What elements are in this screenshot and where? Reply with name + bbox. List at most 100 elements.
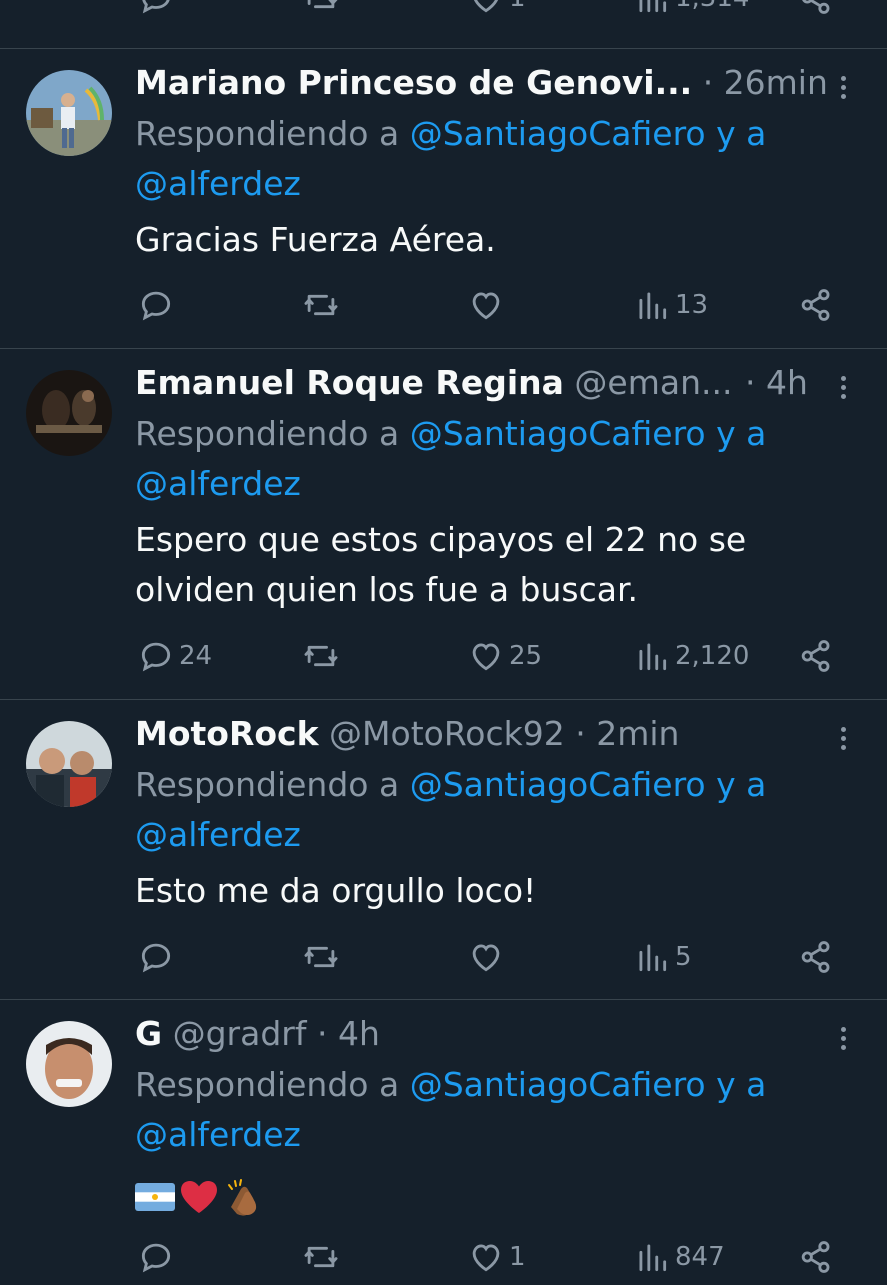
heart-icon bbox=[467, 1238, 505, 1276]
reply-button[interactable]: 24 bbox=[137, 636, 212, 676]
reply-button[interactable] bbox=[137, 1237, 179, 1277]
reply-prefix: Respondiendo a bbox=[135, 114, 400, 153]
tweet[interactable]: Mariano Princeso de Genovi... · 26min Re… bbox=[0, 49, 887, 349]
reply-button[interactable] bbox=[137, 937, 179, 977]
avatar[interactable] bbox=[26, 70, 112, 156]
heart-icon bbox=[467, 286, 505, 324]
views-icon bbox=[633, 286, 671, 324]
tweet[interactable]: Emanuel Roque Regina @eman... · 4h Respo… bbox=[0, 349, 887, 700]
argentina-flag-icon bbox=[135, 1182, 175, 1211]
like-button[interactable]: 1 bbox=[467, 0, 526, 18]
display-name[interactable]: Emanuel Roque Regina bbox=[135, 363, 564, 402]
tweet-text bbox=[135, 1170, 835, 1220]
more-options-button[interactable] bbox=[833, 723, 853, 759]
retweet-button[interactable] bbox=[302, 1237, 344, 1277]
user-handle[interactable]: @gradrf bbox=[173, 1014, 307, 1053]
retweet-button[interactable] bbox=[302, 0, 340, 18]
timestamp[interactable]: · 4h bbox=[317, 1014, 380, 1053]
retweet-icon bbox=[302, 1238, 340, 1276]
reply-icon bbox=[137, 0, 175, 17]
share-icon bbox=[797, 0, 835, 17]
tweet-header: Mariano Princeso de Genovi... · 26min bbox=[135, 59, 887, 107]
display-name[interactable]: Mariano Princeso de Genovi... bbox=[135, 63, 692, 102]
like-button[interactable]: 1 bbox=[467, 1237, 526, 1277]
views-button[interactable]: 13 bbox=[633, 285, 708, 325]
heart-icon bbox=[467, 637, 505, 675]
avatar[interactable] bbox=[26, 721, 112, 807]
reply-prefix: Respondiendo a bbox=[135, 1065, 400, 1104]
retweet-icon bbox=[302, 637, 340, 675]
share-button[interactable] bbox=[797, 285, 835, 325]
mention-link[interactable]: @alferdez bbox=[135, 815, 301, 854]
more-options-button[interactable] bbox=[833, 72, 853, 108]
tweet-text: Esto me da orgullo loco! bbox=[135, 871, 537, 910]
share-icon bbox=[797, 637, 835, 675]
mention-link[interactable]: @SantiagoCafiero bbox=[410, 414, 706, 453]
views-icon bbox=[633, 637, 671, 675]
avatar[interactable] bbox=[26, 1021, 112, 1107]
timestamp[interactable]: · 4h bbox=[745, 359, 808, 407]
share-button[interactable] bbox=[797, 636, 835, 676]
views-button[interactable]: 847 bbox=[633, 1237, 725, 1277]
retweet-icon bbox=[302, 0, 340, 17]
mention-link[interactable]: @SantiagoCafiero bbox=[410, 114, 706, 153]
mention-link[interactable]: @SantiagoCafiero bbox=[410, 1065, 706, 1104]
reply-icon bbox=[137, 938, 175, 976]
mention-link[interactable]: @alferdez bbox=[135, 164, 301, 203]
share-button[interactable] bbox=[797, 1237, 835, 1277]
share-button[interactable] bbox=[797, 937, 835, 977]
view-count: 2,120 bbox=[675, 641, 750, 671]
tweet[interactable]: G @gradrf · 4h Respondiendo a @SantiagoC… bbox=[0, 1000, 887, 1285]
reply-prefix: Respondiendo a bbox=[135, 765, 400, 804]
avatar[interactable] bbox=[26, 370, 112, 456]
reply-and-text[interactable]: y a bbox=[716, 414, 766, 453]
reply-button[interactable] bbox=[137, 285, 179, 325]
tweet[interactable]: MotoRock @MotoRock92 · 2min Respondiendo… bbox=[0, 700, 887, 1000]
share-button[interactable] bbox=[797, 0, 835, 18]
mention-link[interactable]: @alferdez bbox=[135, 1115, 301, 1154]
share-icon bbox=[797, 938, 835, 976]
reply-and-text[interactable]: y a bbox=[716, 114, 766, 153]
views-button[interactable]: 2,120 bbox=[633, 636, 749, 676]
like-count: 25 bbox=[509, 641, 543, 671]
reply-and-text[interactable]: y a bbox=[716, 765, 766, 804]
more-options-button[interactable] bbox=[833, 372, 853, 408]
more-options-button[interactable] bbox=[833, 1023, 853, 1059]
display-name[interactable]: MotoRock bbox=[135, 714, 319, 753]
reply-context: Respondiendo a @SantiagoCafiero y a @alf… bbox=[135, 1060, 835, 1160]
reply-icon bbox=[137, 1238, 175, 1276]
retweet-button[interactable] bbox=[302, 636, 344, 676]
like-button[interactable] bbox=[467, 937, 509, 977]
timestamp[interactable]: · 2min bbox=[575, 714, 679, 753]
red-heart-icon bbox=[181, 1180, 217, 1213]
like-button[interactable] bbox=[467, 285, 509, 325]
reply-context: Respondiendo a @SantiagoCafiero y a @alf… bbox=[135, 760, 835, 860]
retweet-button[interactable] bbox=[302, 285, 344, 325]
reply-button[interactable] bbox=[137, 0, 175, 18]
like-count: 1 bbox=[509, 1242, 526, 1272]
timestamp[interactable]: · 26min bbox=[703, 63, 828, 102]
tweet-text: Gracias Fuerza Aérea. bbox=[135, 220, 496, 259]
tweet-header: G @gradrf · 4h bbox=[135, 1010, 887, 1058]
view-count: 847 bbox=[675, 1242, 725, 1272]
display-name[interactable]: G bbox=[135, 1014, 162, 1053]
user-handle[interactable]: @eman... bbox=[574, 363, 732, 402]
views-icon bbox=[633, 0, 671, 17]
clapping-hands-icon bbox=[228, 1178, 257, 1216]
reply-icon bbox=[137, 286, 175, 324]
heart-icon bbox=[467, 938, 505, 976]
retweet-icon bbox=[302, 286, 340, 324]
previous-tweet-actions: 1 1,314 bbox=[0, 0, 887, 49]
reply-icon bbox=[137, 637, 175, 675]
mention-link[interactable]: @SantiagoCafiero bbox=[410, 765, 706, 804]
retweet-button[interactable] bbox=[302, 937, 344, 977]
views-button[interactable]: 1,314 bbox=[633, 0, 749, 18]
heart-icon bbox=[467, 0, 505, 17]
views-button[interactable]: 5 bbox=[633, 937, 692, 977]
mention-link[interactable]: @alferdez bbox=[135, 464, 301, 503]
like-button[interactable]: 25 bbox=[467, 636, 542, 676]
reply-context: Respondiendo a @SantiagoCafiero y a @alf… bbox=[135, 109, 835, 209]
user-handle[interactable]: @MotoRock92 bbox=[329, 714, 565, 753]
reply-and-text[interactable]: y a bbox=[716, 1065, 766, 1104]
tweet-header: MotoRock @MotoRock92 · 2min bbox=[135, 710, 887, 758]
